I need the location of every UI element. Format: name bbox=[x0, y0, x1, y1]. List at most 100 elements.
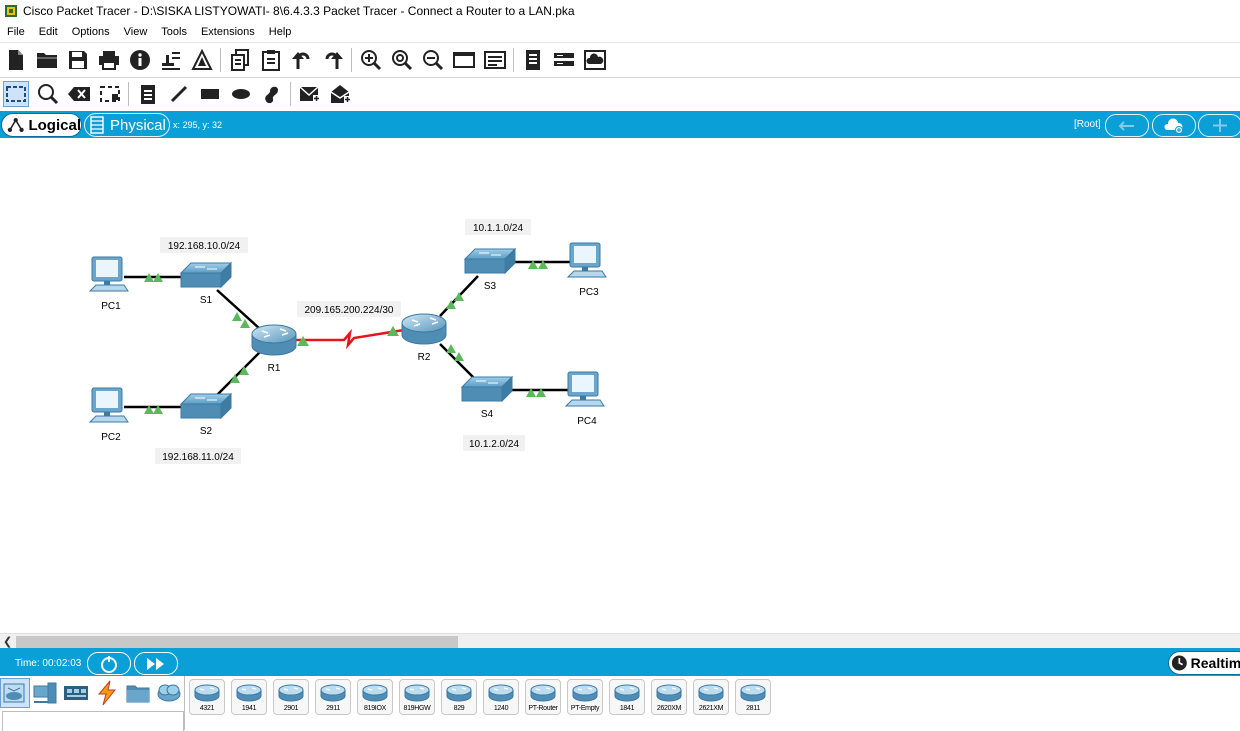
menu-tools[interactable]: Tools bbox=[154, 26, 194, 38]
cloud-icon[interactable] bbox=[579, 45, 610, 75]
model-label: PT-Router bbox=[528, 705, 558, 712]
copy-icon[interactable] bbox=[224, 45, 255, 75]
zoom-out-icon[interactable] bbox=[417, 45, 448, 75]
drawing-palette-icon[interactable] bbox=[448, 45, 479, 75]
model-label: 819HGW bbox=[403, 705, 431, 712]
device-model-819iox[interactable]: 819IOX bbox=[357, 679, 393, 715]
add-simple-pdu-icon[interactable] bbox=[294, 79, 325, 109]
logical-view-button[interactable]: Logical bbox=[1, 113, 82, 137]
miscellaneous-icon[interactable] bbox=[122, 678, 153, 708]
device-model-1941[interactable]: 1941 bbox=[231, 679, 267, 715]
switch-s2[interactable]: S2 bbox=[179, 392, 233, 437]
network-devices-icon[interactable] bbox=[0, 678, 30, 708]
device-model-1240[interactable]: 1240 bbox=[483, 679, 519, 715]
network-device-icon[interactable] bbox=[548, 45, 579, 75]
root-breadcrumb[interactable]: [Root] bbox=[1074, 119, 1101, 130]
device-model-pt-router[interactable]: PT-Router bbox=[525, 679, 561, 715]
viewport-icon[interactable] bbox=[517, 45, 548, 75]
menu-view[interactable]: View bbox=[117, 26, 155, 38]
print-icon[interactable] bbox=[93, 45, 124, 75]
redo-icon[interactable] bbox=[317, 45, 348, 75]
scroll-left-icon[interactable]: ❮ bbox=[3, 635, 12, 648]
delete-icon[interactable] bbox=[63, 79, 94, 109]
link-s2-r1 bbox=[216, 351, 261, 396]
pc3-label: PC3 bbox=[579, 287, 599, 298]
draw-line-icon[interactable] bbox=[163, 79, 194, 109]
pc2[interactable]: PC2 bbox=[88, 387, 129, 443]
horizontal-scrollbar[interactable]: ❮ bbox=[0, 633, 1240, 649]
pc4-label: PC4 bbox=[577, 416, 597, 427]
pc2-label: PC2 bbox=[101, 432, 121, 443]
device-model-2901[interactable]: 2901 bbox=[273, 679, 309, 715]
pc4[interactable]: PC4 bbox=[564, 371, 605, 427]
open-folder-icon[interactable] bbox=[31, 45, 62, 75]
connections-icon[interactable] bbox=[92, 678, 123, 708]
zoom-reset-icon[interactable] bbox=[386, 45, 417, 75]
add-complex-pdu-icon[interactable] bbox=[325, 79, 356, 109]
inspect-icon[interactable] bbox=[32, 79, 63, 109]
place-note-icon[interactable] bbox=[132, 79, 163, 109]
device-model-4321[interactable]: 4321 bbox=[189, 679, 225, 715]
pc3[interactable]: PC3 bbox=[566, 242, 607, 298]
device-model-2620xm[interactable]: 2620XM bbox=[651, 679, 687, 715]
physical-view-button[interactable]: Physical bbox=[84, 113, 170, 137]
paste-icon[interactable] bbox=[255, 45, 286, 75]
menu-help[interactable]: Help bbox=[262, 26, 299, 38]
menu-edit[interactable]: Edit bbox=[32, 26, 65, 38]
r2-label: R2 bbox=[418, 352, 431, 363]
multiuser-icon[interactable] bbox=[153, 678, 184, 708]
realtime-mode-button[interactable]: Realtime bbox=[1168, 651, 1240, 675]
fast-forward-button[interactable] bbox=[134, 652, 178, 675]
move-object-button[interactable] bbox=[1198, 114, 1240, 137]
device-model-819hgw[interactable]: 819HGW bbox=[399, 679, 435, 715]
save-icon[interactable] bbox=[62, 45, 93, 75]
device-model-pt-empty[interactable]: PT-Empty bbox=[567, 679, 603, 715]
freeform-icon[interactable] bbox=[256, 79, 287, 109]
device-model-1841[interactable]: 1841 bbox=[609, 679, 645, 715]
new-cluster-button[interactable] bbox=[1152, 114, 1196, 137]
network-label-s3: 10.1.1.0/24 bbox=[473, 223, 523, 234]
device-model-2911[interactable]: 2911 bbox=[315, 679, 351, 715]
power-cycle-button[interactable] bbox=[87, 652, 131, 675]
clock-icon bbox=[1171, 655, 1187, 671]
menu-options[interactable]: Options bbox=[65, 26, 117, 38]
switch-s4[interactable]: S4 bbox=[460, 375, 514, 420]
menu-file[interactable]: File bbox=[0, 26, 32, 38]
select-icon[interactable] bbox=[3, 81, 29, 107]
end-devices-icon[interactable] bbox=[30, 678, 61, 708]
r1-label: R1 bbox=[268, 363, 281, 374]
switch-s3[interactable]: S3 bbox=[463, 247, 517, 292]
activity-wizard-icon[interactable] bbox=[155, 45, 186, 75]
router-r2[interactable]: R2 bbox=[401, 313, 447, 363]
switch-s1[interactable]: S1 bbox=[179, 261, 233, 306]
info-icon[interactable] bbox=[124, 45, 155, 75]
network-label-s1: 192.168.10.0/24 bbox=[168, 241, 241, 252]
draw-rectangle-icon[interactable] bbox=[194, 79, 225, 109]
toolbar-separator bbox=[128, 82, 129, 106]
components-icon[interactable] bbox=[61, 678, 92, 708]
device-model-829[interactable]: 829 bbox=[441, 679, 477, 715]
resize-shape-icon[interactable] bbox=[94, 79, 125, 109]
physical-rack-icon bbox=[90, 116, 104, 134]
zoom-in-icon[interactable] bbox=[355, 45, 386, 75]
menu-extensions[interactable]: Extensions bbox=[194, 26, 262, 38]
fast-forward-icon bbox=[147, 657, 164, 670]
packet-tracer-logo-icon bbox=[5, 5, 17, 17]
scrollbar-thumb[interactable] bbox=[16, 636, 458, 648]
logical-workspace[interactable]: 192.168.10.0/24 192.168.11.0/24 209.165.… bbox=[0, 139, 1240, 633]
undo-icon[interactable] bbox=[286, 45, 317, 75]
new-file-icon[interactable] bbox=[0, 45, 31, 75]
pc1[interactable]: PC1 bbox=[88, 256, 129, 312]
custom-devices-dialog-icon[interactable] bbox=[479, 45, 510, 75]
back-button[interactable] bbox=[1105, 114, 1149, 137]
device-model-2811[interactable]: 2811 bbox=[735, 679, 771, 715]
router-r1[interactable]: R1 bbox=[251, 324, 297, 374]
custom-device-icon[interactable] bbox=[186, 45, 217, 75]
device-subcategory-list[interactable] bbox=[2, 711, 184, 731]
model-label: 2621XM bbox=[698, 705, 724, 712]
link-r2-s4 bbox=[439, 343, 479, 383]
device-model-2621xm[interactable]: 2621XM bbox=[693, 679, 729, 715]
topology-diagram: 192.168.10.0/24 192.168.11.0/24 209.165.… bbox=[88, 219, 607, 464]
device-categories bbox=[0, 676, 184, 710]
draw-ellipse-icon[interactable] bbox=[225, 79, 256, 109]
